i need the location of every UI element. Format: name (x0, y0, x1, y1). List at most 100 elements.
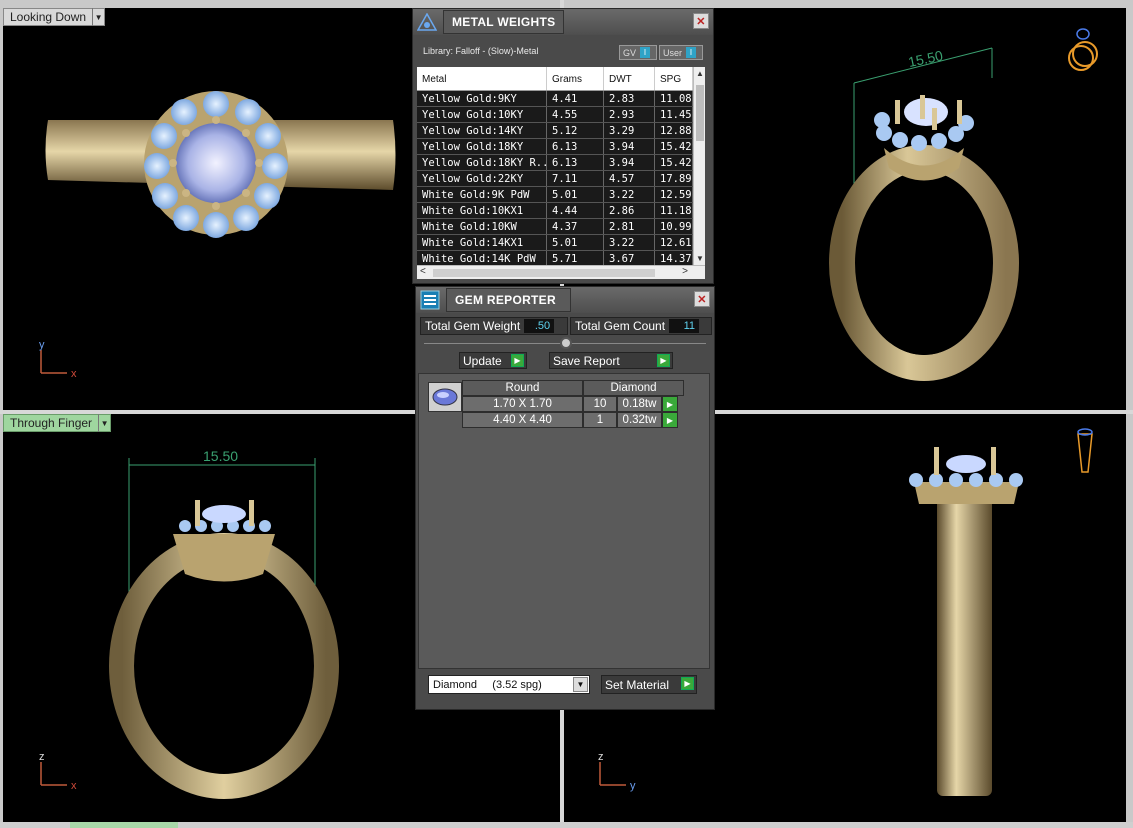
play-arrow-icon[interactable]: ▶ (662, 412, 678, 428)
axis-x-label: x (71, 780, 77, 792)
cell-metal: Yellow Gold:10KY (417, 107, 547, 122)
save-report-label: Save Report (553, 353, 620, 368)
table-row[interactable]: White Gold:10KX1 4.44 2.86 11.18 (417, 203, 705, 219)
view-label-through-finger[interactable]: Through Finger ▼ (3, 414, 112, 432)
cell-dwt: 3.22 (604, 187, 655, 202)
table-row[interactable]: White Gold:9K PdW 5.01 3.22 12.59 (417, 187, 705, 203)
close-icon[interactable]: ✕ (693, 13, 709, 29)
bottom-tab-active[interactable] (70, 822, 178, 828)
col-metal[interactable]: Metal (417, 67, 547, 90)
col-grams[interactable]: Grams (547, 67, 604, 90)
play-arrow-icon: ▶ (657, 354, 670, 367)
save-report-button[interactable]: Save Report ▶ (549, 352, 673, 369)
chevron-right-icon[interactable]: > (682, 266, 688, 277)
cell-metal: White Gold:9K PdW (417, 187, 547, 202)
axis-gizmo: z y (598, 751, 636, 792)
table-row[interactable]: White Gold:14KX1 5.01 3.22 12.61 (417, 235, 705, 251)
chevron-left-icon[interactable]: < (420, 266, 426, 277)
cell-grams: 5.01 (547, 187, 604, 202)
table-row[interactable]: Yellow Gold:9KY 4.41 2.83 11.08 (417, 91, 705, 107)
table-row[interactable]: Yellow Gold:22KY 7.11 4.57 17.89 (417, 171, 705, 187)
panel-title: METAL WEIGHTS (443, 10, 565, 34)
cell-dwt: 3.94 (604, 155, 655, 170)
ring-side-icon (1077, 428, 1093, 473)
triangle-logo-icon (415, 11, 439, 33)
gem-size: 4.40 X 4.40 (462, 412, 583, 428)
material-select-value: Diamond (3.52 spg) (433, 678, 542, 691)
table-row[interactable]: Yellow Gold:14KY 5.12 3.29 12.88 (417, 123, 705, 139)
gv-toggle[interactable]: GV I (619, 45, 657, 60)
axis-gizmo: z x (39, 751, 77, 792)
gem-count: 10 (583, 396, 617, 412)
view-label-text: Looking Down (10, 10, 87, 24)
chevron-up-icon[interactable]: ▲ (694, 69, 705, 78)
size-slider-handle[interactable] (560, 337, 572, 349)
view-label-looking-down[interactable]: Looking Down ▼ (3, 8, 106, 26)
gem-reporter-titlebar[interactable]: GEM REPORTER ✕ (416, 287, 714, 313)
gv-toggle-label: GV (623, 47, 637, 58)
cell-spg: 11.18 (655, 203, 693, 218)
table-row[interactable]: Yellow Gold:18KY 6.13 3.94 15.42 (417, 139, 705, 155)
axis-y-label: y (39, 339, 45, 351)
table-row[interactable]: Yellow Gold:18KY R... 6.13 3.94 15.42 (417, 155, 705, 171)
gem-weight: 0.32tw (617, 412, 662, 428)
cell-dwt: 3.94 (604, 139, 655, 154)
material-select[interactable]: Diamond (3.52 spg) ▼ (428, 675, 590, 694)
horizontal-scrollbar[interactable]: < > (417, 265, 705, 279)
cell-metal: White Gold:10KW (417, 219, 547, 234)
cell-grams: 5.12 (547, 123, 604, 138)
cell-dwt: 2.93 (604, 107, 655, 122)
play-arrow-icon: ▶ (681, 677, 694, 690)
cell-dwt: 3.22 (604, 235, 655, 250)
gem-row[interactable]: 4.40 X 4.40 1 0.32tw ▶ (462, 412, 684, 428)
chevron-down-icon[interactable]: ▼ (98, 414, 110, 432)
chevron-down-icon[interactable]: ▼ (92, 8, 104, 26)
user-toggle-label: User (663, 47, 683, 58)
cell-metal: White Gold:14K PdW (417, 251, 547, 266)
scroll-thumb[interactable] (433, 269, 655, 277)
gem-size: 1.70 X 1.70 (462, 396, 583, 412)
set-material-button[interactable]: Set Material ▶ (601, 675, 697, 694)
toggle-switch-icon: I (686, 47, 697, 58)
cell-spg: 15.42 (655, 155, 693, 170)
cell-metal: Yellow Gold:18KY (417, 139, 547, 154)
cell-metal: Yellow Gold:14KY (417, 123, 547, 138)
cell-spg: 14.37 (655, 251, 693, 266)
scroll-thumb[interactable] (696, 85, 704, 141)
gem-table: Round Diamond 1.70 X 1.70 10 0.18tw ▶ 4.40 X… (462, 380, 684, 428)
metal-weights-panel: METAL WEIGHTS ✕ Library: Falloff - (Slow… (412, 8, 714, 284)
toggle-switch-icon: I (640, 47, 651, 58)
cell-dwt: 3.67 (604, 251, 655, 266)
axis-x-label: x (71, 368, 77, 380)
cell-grams: 5.01 (547, 235, 604, 250)
cell-spg: 11.45 (655, 107, 693, 122)
set-material-label: Set Material (605, 677, 670, 692)
gem-reporter-logo-icon (418, 289, 442, 311)
cell-spg: 11.08 (655, 91, 693, 106)
table-row[interactable]: White Gold:10KW 4.37 2.81 10.99 (417, 219, 705, 235)
update-button[interactable]: Update ▶ (459, 352, 527, 369)
close-icon[interactable]: ✕ (694, 291, 710, 307)
metal-weights-titlebar[interactable]: METAL WEIGHTS ✕ (413, 9, 713, 35)
cell-dwt: 2.81 (604, 219, 655, 234)
cell-grams: 4.41 (547, 91, 604, 106)
vertical-scrollbar[interactable]: ▲ ▼ (693, 67, 705, 265)
chevron-down-icon[interactable]: ▼ (573, 677, 588, 692)
cell-metal: White Gold:10KX1 (417, 203, 547, 218)
user-toggle[interactable]: User I (659, 45, 703, 60)
cell-grams: 6.13 (547, 155, 604, 170)
panel-title: GEM REPORTER (446, 288, 571, 312)
table-body: Yellow Gold:9KY 4.41 2.83 11.08 Yellow Gold:… (417, 91, 705, 267)
col-dwt[interactable]: DWT (604, 67, 655, 90)
total-gem-weight-field: Total Gem Weight .50 (420, 317, 568, 335)
round-gem-icon[interactable] (428, 382, 462, 412)
play-arrow-icon[interactable]: ▶ (662, 396, 678, 412)
col-spg[interactable]: SPG (655, 67, 693, 90)
gem-row[interactable]: 1.70 X 1.70 10 0.18tw ▶ (462, 396, 684, 412)
cell-dwt: 4.57 (604, 171, 655, 186)
chevron-down-icon[interactable]: ▼ (694, 254, 705, 263)
gem-table-header: Round Diamond (462, 380, 684, 396)
cell-grams: 4.44 (547, 203, 604, 218)
play-arrow-icon: ▶ (511, 354, 524, 367)
table-row[interactable]: Yellow Gold:10KY 4.55 2.93 11.45 (417, 107, 705, 123)
